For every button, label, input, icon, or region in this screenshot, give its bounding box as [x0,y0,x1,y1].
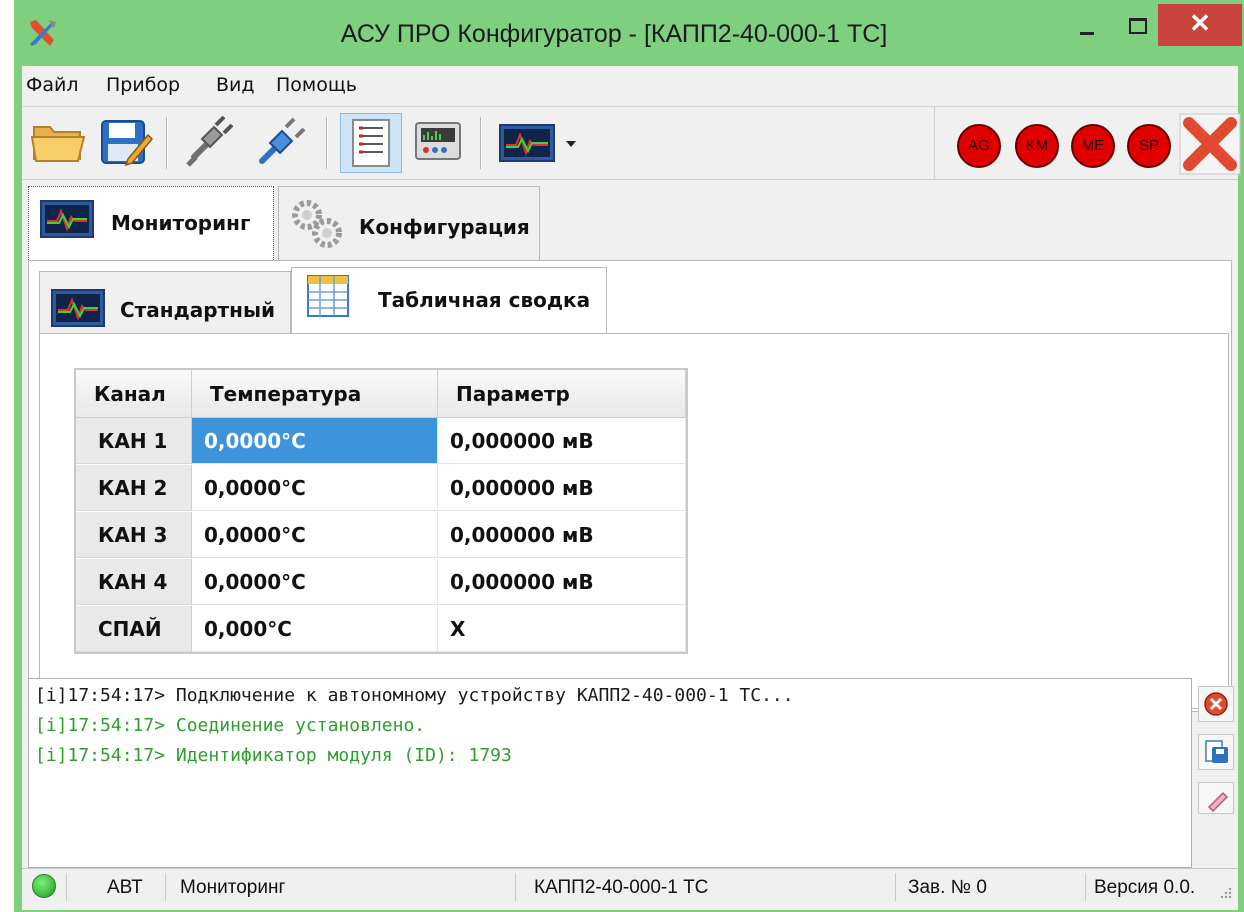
open-folder-icon [30,126,86,162]
table-summary-page: Канал Температура Параметр КАН 1 0,0000°… [39,333,1229,709]
close-icon: ✕ [1189,8,1211,38]
erase-log-button[interactable] [1198,782,1234,814]
menu-device[interactable]: Прибор [106,74,180,96]
connect-icon [259,117,306,164]
channels-table: Канал Температура Параметр КАН 1 0,0000°… [74,368,688,654]
tab-table-summary[interactable]: Табличная сводка [291,267,607,341]
table-cell-temperature[interactable]: 0,0000°C [192,559,438,605]
save-log-button[interactable] [1198,734,1234,770]
save-button[interactable] [94,113,156,173]
table-cell-parameter[interactable]: 0,000000 мВ [438,465,686,511]
table-cell-temperature[interactable]: 0,000°C [192,606,438,652]
device-view-button[interactable] [408,113,470,173]
clear-log-icon [1204,692,1228,716]
resize-grip-icon[interactable] [1218,885,1234,901]
indicator-me: ME [1071,124,1115,168]
tab-configuration[interactable]: Конфигурация [278,186,540,262]
menu-help[interactable]: Помощь [276,74,357,96]
toolbar-separator [480,117,482,169]
tab-monitoring-label: Мониторинг [111,211,251,235]
window-title: АСУ ПРО Конфигуратор - [КАПП2-40-000-1 Т… [340,20,888,48]
disconnect-button[interactable] [180,113,242,173]
erase-icon [1207,791,1229,813]
gears-icon [292,200,342,248]
status-bar: АВТ Мониторинг КАПП2-40-000-1 ТС Зав. № … [22,868,1238,904]
stop-button[interactable] [1179,113,1241,175]
status-state: Мониторинг [166,873,516,901]
column-header-channel[interactable]: Канал [76,370,192,418]
indicator-sp: SP [1127,124,1171,168]
app-window: АСУ ПРО Конфигуратор - [КАПП2-40-000-1 Т… [14,0,1244,912]
tab-standard-label: Стандартный [120,298,276,322]
tab-standard[interactable]: Стандартный [39,271,291,341]
status-version: Версия 0.0. [1094,877,1196,898]
row-header[interactable]: СПАЙ [76,606,192,652]
status-mode: АВТ [66,873,166,901]
table-cell-parameter[interactable]: 0,000000 мВ [438,559,686,605]
disconnect-icon [186,115,234,167]
status-indicators: AG KM ME SP [934,107,1241,179]
status-serial: Зав. № 0 [896,873,1086,901]
menu-view[interactable]: Вид [216,74,255,96]
maximize-button[interactable] [1114,4,1160,46]
close-window-button[interactable]: ✕ [1158,4,1242,46]
table-view-button[interactable] [340,113,402,173]
table-cell-temperature[interactable]: 0,0000°C [192,512,438,558]
row-header[interactable]: КАН 3 [76,512,192,558]
save-icon [101,120,154,167]
monitoring-page: Стандартный Табличная сводка Канал Темпе… [28,260,1232,712]
row-header[interactable]: КАН 2 [76,465,192,511]
table-cell-parameter[interactable]: 0,000000 мВ [438,512,686,558]
table-cell-parameter[interactable]: X [438,606,686,652]
table-cell-temperature[interactable]: 0,0000°C [192,418,438,464]
table-cell-parameter[interactable]: 0,000000 мВ [438,418,686,464]
log-line: [i]17:54:17> Подключение к автономному у… [35,685,794,706]
monitor-chart-icon [40,200,94,238]
table-grid-icon [307,275,349,317]
table-report-icon [352,119,390,167]
table-cell-temperature[interactable]: 0,0000°C [192,465,438,511]
save-log-icon [1205,740,1228,763]
log-line: [i]17:54:17> Соединение установлено. [35,715,426,736]
indicator-km: KM [1015,124,1059,168]
tab-table-summary-label: Табличная сводка [378,288,591,312]
connection-status-icon [32,874,56,898]
monitor-chart-icon [51,289,105,327]
log-line: [i]17:54:17> Идентификатор модуля (ID): … [35,745,512,766]
open-button[interactable] [28,113,90,173]
clear-log-button[interactable] [1198,686,1234,722]
monitor-chart-icon [499,124,576,162]
red-x-icon [1179,113,1241,175]
menu-bar: Файл Прибор Вид Помощь [22,66,1238,106]
status-device: КАПП2-40-000-1 ТС [516,873,896,901]
connect-button[interactable] [252,113,314,173]
toolbar-separator [326,117,328,169]
column-header-temperature[interactable]: Температура [192,370,438,418]
column-header-parameter[interactable]: Параметр [438,370,686,418]
title-bar[interactable]: АСУ ПРО Конфигуратор - [КАПП2-40-000-1 Т… [14,0,1244,66]
client-area: Файл Прибор Вид Помощь AG KM ME SP Монит… [22,66,1241,910]
menu-file[interactable]: Файл [26,74,79,96]
tab-configuration-label: Конфигурация [359,215,530,239]
tab-monitoring[interactable]: Мониторинг [28,186,274,262]
chevron-down-icon [566,141,576,147]
minimize-button[interactable] [1064,4,1110,46]
log-toolbar [1196,678,1236,868]
tools-icon [30,20,56,46]
toolbar-separator [166,117,168,169]
monitor-dropdown-button[interactable] [494,113,590,173]
row-header[interactable]: КАН 1 [76,418,192,464]
device-panel-icon [415,122,461,160]
log-panel[interactable]: [i]17:54:17> Подключение к автономному у… [28,678,1192,868]
indicator-ag: AG [957,124,1001,168]
row-header[interactable]: КАН 4 [76,559,192,605]
toolbar: AG KM ME SP [22,106,1241,180]
